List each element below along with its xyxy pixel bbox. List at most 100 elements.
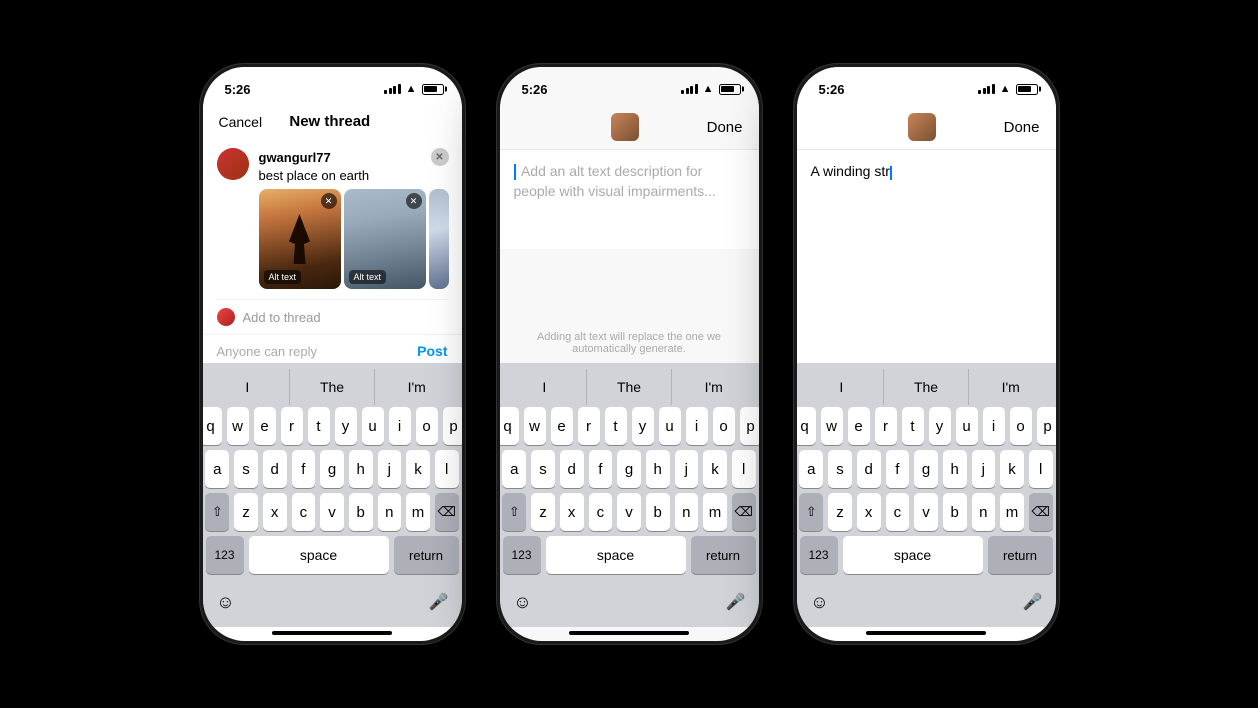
key-q-2[interactable]: q: [500, 407, 519, 445]
key-s[interactable]: s: [234, 450, 258, 488]
key-z-2[interactable]: z: [531, 493, 555, 531]
return-key[interactable]: return: [394, 536, 459, 574]
key-k-2[interactable]: k: [703, 450, 727, 488]
key-i-2[interactable]: i: [686, 407, 708, 445]
key-r-2[interactable]: r: [578, 407, 600, 445]
key-z-3[interactable]: z: [828, 493, 852, 531]
key-v-2[interactable]: v: [617, 493, 641, 531]
key-p-2[interactable]: p: [740, 407, 759, 445]
key-x[interactable]: x: [263, 493, 287, 531]
key-a-2[interactable]: a: [502, 450, 526, 488]
key-b[interactable]: b: [349, 493, 373, 531]
alt-text-area[interactable]: Add an alt text description for people w…: [500, 149, 759, 249]
emoji-key-2[interactable]: ☺: [509, 583, 537, 621]
delete-key-2[interactable]: ⌫: [732, 493, 756, 531]
key-z[interactable]: z: [234, 493, 258, 531]
key-g-2[interactable]: g: [617, 450, 641, 488]
key-c-2[interactable]: c: [589, 493, 613, 531]
key-n[interactable]: n: [378, 493, 402, 531]
key-t-3[interactable]: t: [902, 407, 924, 445]
key-w-2[interactable]: w: [524, 407, 546, 445]
suggestion-im-2[interactable]: I'm: [672, 369, 756, 405]
key-x-2[interactable]: x: [560, 493, 584, 531]
close-thread-button[interactable]: ✕: [431, 148, 449, 166]
key-d-2[interactable]: d: [560, 450, 584, 488]
num-key-2[interactable]: 123: [503, 536, 541, 574]
mic-key-2[interactable]: 🎤: [722, 583, 750, 621]
key-c-3[interactable]: c: [886, 493, 910, 531]
num-key-3[interactable]: 123: [800, 536, 838, 574]
image-2[interactable]: ✕ Alt text: [344, 189, 426, 289]
key-l[interactable]: l: [435, 450, 459, 488]
suggestion-im[interactable]: I'm: [375, 369, 459, 405]
key-v[interactable]: v: [320, 493, 344, 531]
key-e[interactable]: e: [254, 407, 276, 445]
key-n-2[interactable]: n: [675, 493, 699, 531]
key-h[interactable]: h: [349, 450, 373, 488]
image-2-close[interactable]: ✕: [406, 193, 422, 209]
key-k-3[interactable]: k: [1000, 450, 1024, 488]
key-f-2[interactable]: f: [589, 450, 613, 488]
suggestion-the-2[interactable]: The: [587, 369, 672, 405]
suggestion-the[interactable]: The: [290, 369, 375, 405]
key-f-3[interactable]: f: [886, 450, 910, 488]
emoji-key[interactable]: ☺: [212, 583, 240, 621]
key-p-3[interactable]: p: [1037, 407, 1056, 445]
mic-key[interactable]: 🎤: [425, 583, 453, 621]
key-w-3[interactable]: w: [821, 407, 843, 445]
key-c[interactable]: c: [292, 493, 316, 531]
shift-key-3[interactable]: ⇧: [799, 493, 823, 531]
key-o-2[interactable]: o: [713, 407, 735, 445]
key-p[interactable]: p: [443, 407, 462, 445]
key-u-2[interactable]: u: [659, 407, 681, 445]
suggestion-i[interactable]: I: [206, 369, 291, 405]
key-a-3[interactable]: a: [799, 450, 823, 488]
shift-key[interactable]: ⇧: [205, 493, 229, 531]
done-button-2[interactable]: Done: [707, 119, 743, 136]
key-h-2[interactable]: h: [646, 450, 670, 488]
image-1[interactable]: ✕ Alt text: [259, 189, 341, 289]
key-w[interactable]: w: [227, 407, 249, 445]
key-t-2[interactable]: t: [605, 407, 627, 445]
key-b-2[interactable]: b: [646, 493, 670, 531]
emoji-key-3[interactable]: ☺: [806, 583, 834, 621]
key-h-3[interactable]: h: [943, 450, 967, 488]
key-l-3[interactable]: l: [1029, 450, 1053, 488]
image-1-close[interactable]: ✕: [321, 193, 337, 209]
key-f[interactable]: f: [292, 450, 316, 488]
key-o-3[interactable]: o: [1010, 407, 1032, 445]
suggestion-im-3[interactable]: I'm: [969, 369, 1053, 405]
num-key[interactable]: 123: [206, 536, 244, 574]
key-s-3[interactable]: s: [828, 450, 852, 488]
key-e-3[interactable]: e: [848, 407, 870, 445]
return-key-2[interactable]: return: [691, 536, 756, 574]
suggestion-i-3[interactable]: I: [800, 369, 885, 405]
key-r[interactable]: r: [281, 407, 303, 445]
add-to-thread[interactable]: Add to thread: [203, 300, 462, 334]
done-button-3[interactable]: Done: [1004, 119, 1040, 136]
key-b-3[interactable]: b: [943, 493, 967, 531]
post-button[interactable]: Post: [417, 343, 447, 359]
key-d[interactable]: d: [263, 450, 287, 488]
alt-text-entered-area[interactable]: A winding str: [797, 149, 1056, 363]
key-v-3[interactable]: v: [914, 493, 938, 531]
suggestion-i-2[interactable]: I: [503, 369, 588, 405]
cancel-button[interactable]: Cancel: [219, 114, 263, 130]
key-y[interactable]: y: [335, 407, 357, 445]
key-u-3[interactable]: u: [956, 407, 978, 445]
key-j[interactable]: j: [378, 450, 402, 488]
key-y-2[interactable]: y: [632, 407, 654, 445]
key-i[interactable]: i: [389, 407, 411, 445]
key-r-3[interactable]: r: [875, 407, 897, 445]
key-j-2[interactable]: j: [675, 450, 699, 488]
key-g[interactable]: g: [320, 450, 344, 488]
key-j-3[interactable]: j: [972, 450, 996, 488]
space-key-3[interactable]: space: [843, 536, 983, 574]
key-x-3[interactable]: x: [857, 493, 881, 531]
key-i-3[interactable]: i: [983, 407, 1005, 445]
delete-key-3[interactable]: ⌫: [1029, 493, 1053, 531]
alt-text-label-2[interactable]: Alt text: [349, 270, 387, 284]
key-u[interactable]: u: [362, 407, 384, 445]
key-g-3[interactable]: g: [914, 450, 938, 488]
key-a[interactable]: a: [205, 450, 229, 488]
